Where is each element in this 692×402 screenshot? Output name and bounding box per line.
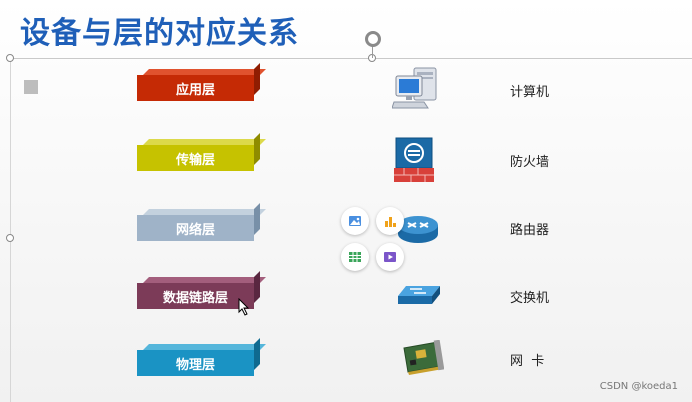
network-card-icon[interactable] xyxy=(398,340,444,380)
resize-handle-top-left[interactable] xyxy=(6,54,14,62)
insert-table-button[interactable] xyxy=(341,243,369,271)
layer-label: 物理层 xyxy=(175,357,215,373)
slide-canvas[interactable]: 设备与层的对应关系 应用层 传输层 网络层 数据链路层 物理层 计算机 防火墙 … xyxy=(0,0,692,402)
mouse-cursor-icon xyxy=(238,298,250,316)
layer-application[interactable]: 应用层 xyxy=(137,75,254,101)
image-icon xyxy=(349,216,361,226)
layer-label: 传输层 xyxy=(175,152,215,168)
layer-label: 应用层 xyxy=(175,82,215,98)
layer-physical[interactable]: 物理层 xyxy=(137,350,254,376)
insert-video-button[interactable] xyxy=(376,243,404,271)
switch-icon[interactable] xyxy=(396,284,442,306)
layer-data-link[interactable]: 数据链路层 xyxy=(137,283,254,309)
chart-icon xyxy=(385,217,396,227)
slide-title[interactable]: 设备与层的对应关系 xyxy=(20,8,299,52)
video-icon xyxy=(384,252,396,262)
placeholder-square[interactable] xyxy=(24,80,38,94)
device-label-router: 路由器 xyxy=(510,223,550,238)
device-label-switch: 交换机 xyxy=(510,291,550,306)
layer-transport[interactable]: 传输层 xyxy=(137,145,254,171)
computer-icon[interactable] xyxy=(392,66,442,110)
layer-network[interactable]: 网络层 xyxy=(137,215,254,241)
selection-border-left xyxy=(10,58,11,402)
insert-chart-button[interactable] xyxy=(376,207,404,235)
resize-handle-middle-left[interactable] xyxy=(6,234,14,242)
watermark: CSDN @koeda1 xyxy=(599,381,678,392)
device-label-network-card: 网 卡 xyxy=(510,354,545,369)
firewall-icon[interactable] xyxy=(392,136,436,184)
layer-label: 网络层 xyxy=(175,222,215,238)
rotate-stem xyxy=(372,46,373,58)
layer-label: 数据链路层 xyxy=(162,290,228,306)
insert-image-button[interactable] xyxy=(341,207,369,235)
device-label-computer: 计算机 xyxy=(510,85,550,100)
device-label-firewall: 防火墙 xyxy=(510,155,550,170)
rotate-handle[interactable] xyxy=(365,31,381,47)
selection-border-top xyxy=(10,58,692,59)
table-icon xyxy=(349,252,361,262)
